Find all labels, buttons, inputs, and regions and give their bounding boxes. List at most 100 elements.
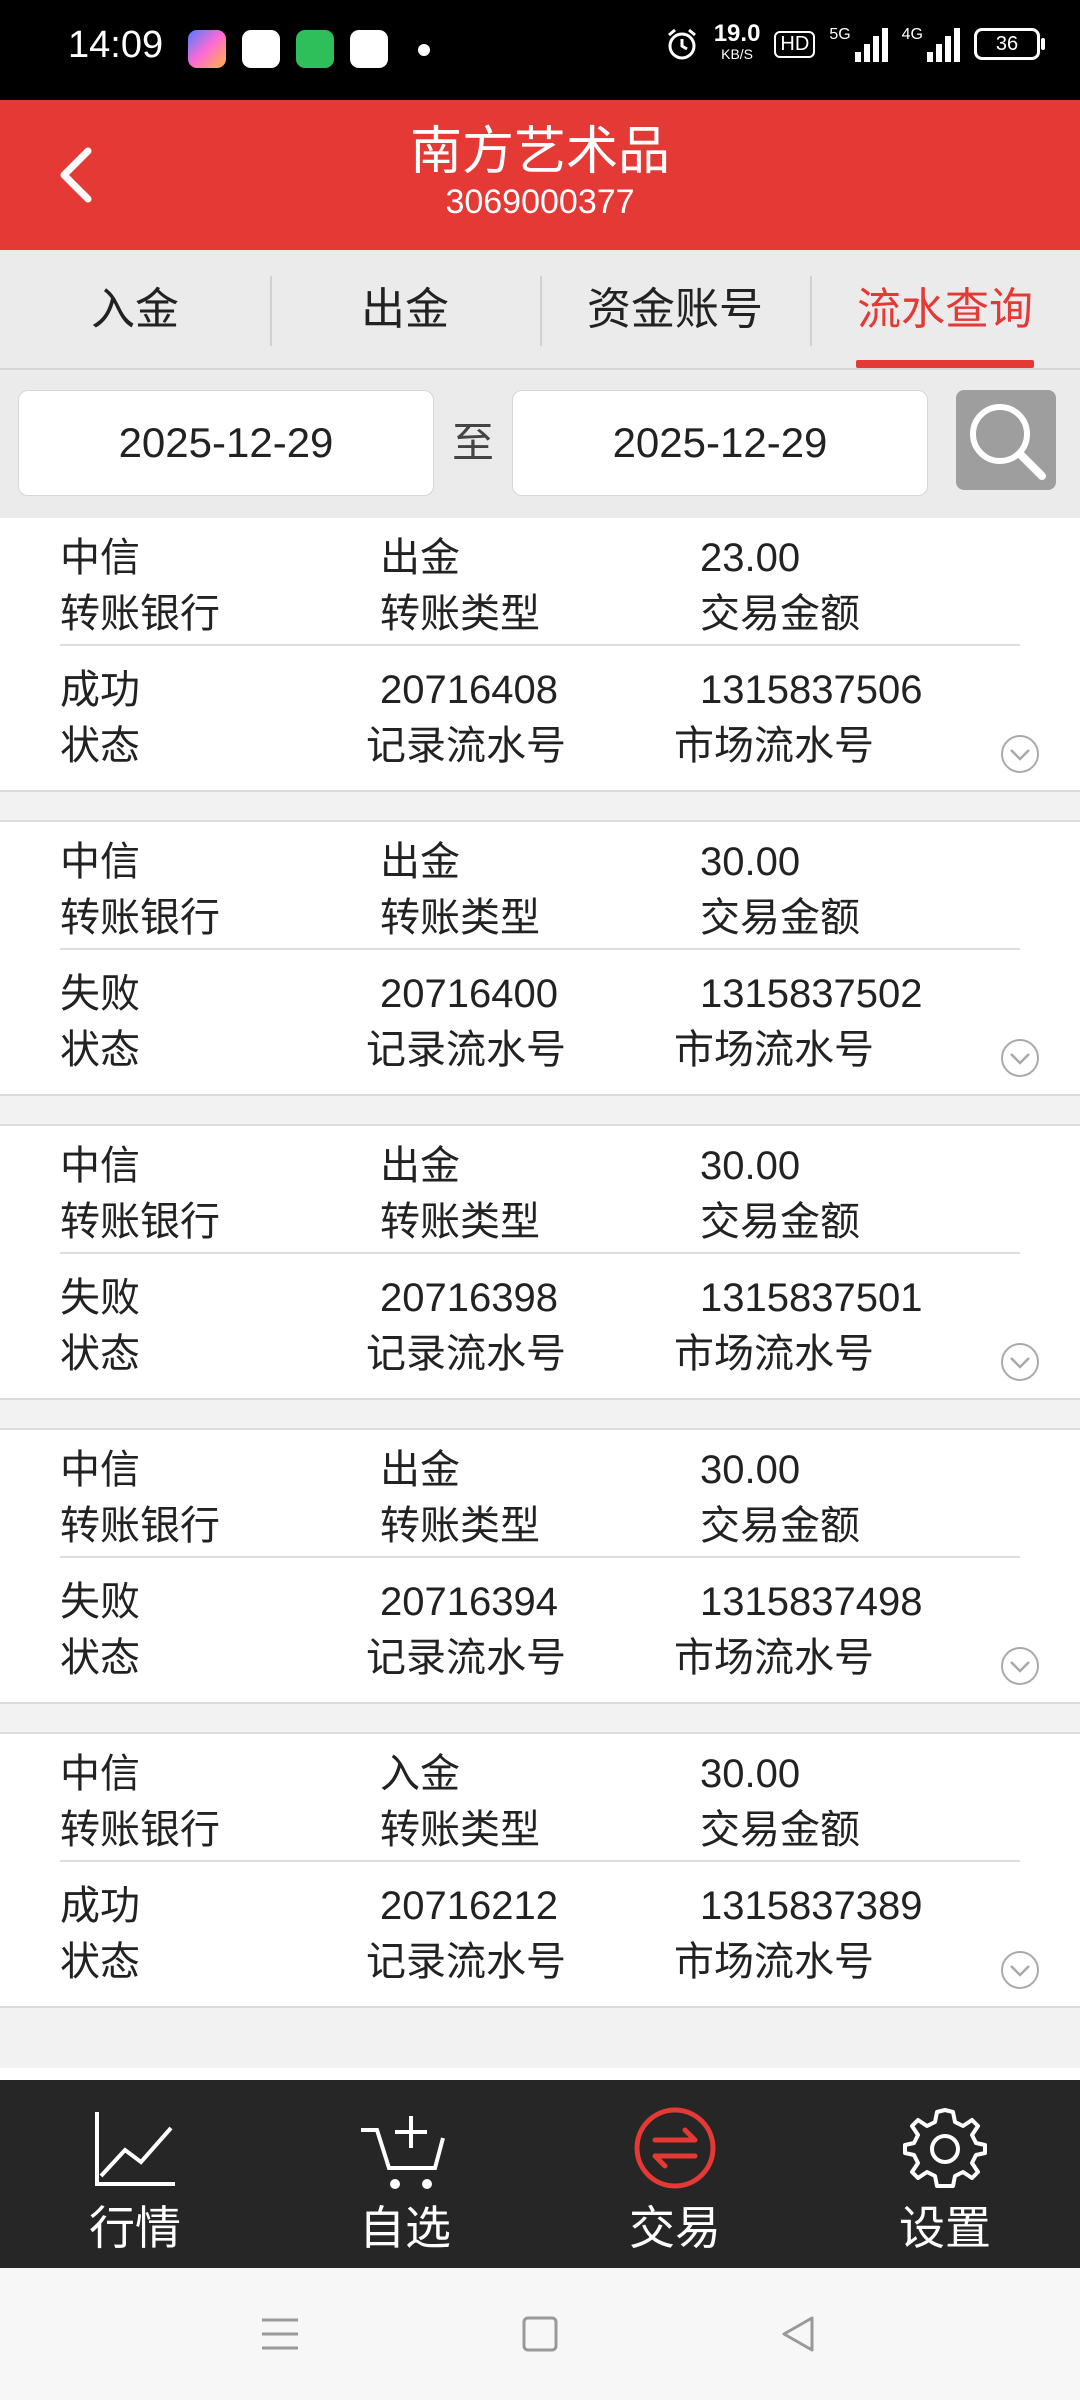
record-serial-number-label: 记录流水号 [366, 1635, 566, 1681]
tab-deposit[interactable]: 入金 [0, 250, 270, 368]
record-row-bottom: 失败 状态 20716398 记录流水号 1315837501 市场流水号 [0, 1254, 1080, 1398]
transaction-record[interactable]: 中信 转账银行 出金 转账类型 30.00 交易金额 失败 状态 20716398 记录流水号 13… [0, 1126, 1080, 1400]
expand-chevron-icon[interactable] [1000, 1342, 1040, 1382]
hd-voice-badge: HD [774, 30, 816, 58]
list-separator [0, 1704, 1080, 1734]
nav-watchlist[interactable]: 自选 [270, 2080, 540, 2268]
market-serial-number: 1315837502 市场流水号 [674, 966, 922, 1078]
tab-fund-account[interactable]: 资金账号 [540, 250, 810, 368]
expand-chevron-icon[interactable] [1000, 734, 1040, 774]
start-date-field[interactable]: 2025-12-29 [18, 390, 434, 496]
market-serial-number: 1315837506 市场流水号 [674, 662, 922, 774]
notification-icons [188, 30, 388, 68]
transfer-type-value: 出金 [380, 1143, 460, 1189]
list-separator [0, 1400, 1080, 1430]
back-icon[interactable] [774, 2310, 822, 2358]
market-serial-number-label: 市场流水号 [674, 1331, 874, 1377]
back-arrow-icon[interactable] [52, 145, 98, 205]
expand-chevron-icon[interactable] [1000, 1038, 1040, 1078]
transaction-record[interactable]: 中信 转账银行 出金 转账类型 30.00 交易金额 失败 状态 20716400 记录流水号 13… [0, 822, 1080, 1096]
transfer-type-value: 出金 [380, 1447, 460, 1493]
market-serial-number-label: 市场流水号 [674, 1635, 874, 1681]
transfer-type-label: 转账类型 [380, 1807, 540, 1853]
search-button[interactable] [956, 390, 1056, 490]
record-serial-number-label: 记录流水号 [366, 1939, 566, 1985]
menu-icon[interactable] [256, 2310, 304, 2358]
expand-chevron-icon[interactable] [1000, 1646, 1040, 1686]
gear-icon [903, 2108, 987, 2188]
transaction-record[interactable]: 中信 转账银行 出金 转账类型 23.00 交易金额 成功 状态 20716408 记录流水号 13… [0, 518, 1080, 792]
market-serial-number: 1315837501 市场流水号 [674, 1270, 922, 1382]
status-value: 失败 [60, 971, 140, 1017]
record-serial-number-value: 20716400 [380, 972, 558, 1016]
transaction-amount-value: 30.00 [700, 1448, 801, 1492]
transfer-bank-label: 转账银行 [60, 591, 220, 637]
transfer-bank-value: 中信 [60, 535, 140, 581]
record-row-top: 中信 转账银行 出金 转账类型 30.00 交易金额 [0, 1126, 1080, 1254]
signal-bars-icon [927, 26, 960, 62]
transfer-bank-label: 转账银行 [60, 1807, 220, 1853]
list-separator [0, 1096, 1080, 1126]
market-serial-number-label: 市场流水号 [674, 1027, 874, 1073]
record-row-top: 中信 转账银行 出金 转账类型 30.00 交易金额 [0, 1430, 1080, 1558]
tab-withdraw[interactable]: 出金 [270, 250, 540, 368]
market-serial-number: 1315837498 市场流水号 [674, 1574, 922, 1686]
transaction-amount-label: 交易金额 [700, 591, 860, 637]
record-row-bottom: 失败 状态 20716394 记录流水号 1315837498 市场流水号 [0, 1558, 1080, 1702]
status-label: 状态 [60, 1027, 140, 1073]
status: 失败 状态 [60, 966, 140, 1078]
transaction-amount-label: 交易金额 [700, 1199, 860, 1245]
battery-icon: 36 [974, 28, 1045, 60]
transaction-amount: 30.00 交易金额 [700, 1746, 860, 1858]
status-time: 14:09 [68, 24, 164, 66]
home-icon[interactable] [516, 2310, 564, 2358]
record-row-bottom: 成功 状态 20716212 记录流水号 1315837389 市场流水号 [0, 1862, 1080, 2006]
cart-plus-icon [361, 2116, 445, 2189]
transfer-type-label: 转账类型 [380, 895, 540, 941]
status-label: 状态 [60, 1331, 140, 1377]
status-label: 状态 [60, 1939, 140, 1985]
end-date-field[interactable]: 2025-12-29 [512, 390, 928, 496]
nav-market[interactable]: 行情 [0, 2080, 270, 2268]
signal-5g: 5G [829, 26, 888, 62]
nav-trade[interactable]: 交易 [540, 2080, 810, 2268]
market-serial-number-value: 1315837498 [700, 1580, 923, 1624]
net-speed: 19.0 KB/S [713, 20, 761, 63]
transfer-type: 入金 转账类型 [380, 1746, 540, 1858]
signal-bars-icon [854, 26, 888, 62]
transaction-record[interactable]: 中信 转账银行 入金 转账类型 30.00 交易金额 成功 状态 20716212 记录流水号 13… [0, 1734, 1080, 2008]
signal-4g: 4G [902, 26, 960, 62]
transaction-amount: 30.00 交易金额 [700, 1442, 860, 1554]
transfer-bank: 中信 转账银行 [60, 1442, 220, 1554]
status-indicators: 19.0 KB/S HD 5G 4G 36 [664, 20, 1045, 64]
date-range-separator: 至 [452, 418, 495, 467]
record-serial-number-value: 20716212 [380, 1884, 558, 1928]
transfer-type: 出金 转账类型 [380, 834, 540, 946]
record-row-bottom: 成功 状态 20716408 记录流水号 1315837506 市场流水号 [0, 646, 1080, 790]
chart-line-icon [95, 2112, 175, 2186]
status-value: 失败 [60, 1275, 140, 1321]
transaction-amount-label: 交易金额 [700, 895, 860, 941]
account-number: 3069000377 [445, 183, 635, 221]
transaction-amount: 30.00 交易金额 [700, 1138, 860, 1250]
tab-transaction-query[interactable]: 流水查询 [810, 250, 1080, 368]
transaction-amount-value: 30.00 [700, 1144, 801, 1188]
transfer-bank-value: 中信 [60, 839, 140, 885]
expand-chevron-icon[interactable] [1000, 1950, 1040, 1990]
system-nav-bar [0, 2268, 1080, 2400]
search-icon [970, 404, 1046, 480]
market-serial-number-value: 1315837501 [700, 1276, 923, 1320]
status: 失败 状态 [60, 1574, 140, 1686]
transfer-bank-label: 转账银行 [60, 895, 220, 941]
exchange-icon [634, 2107, 716, 2189]
transfer-bank: 中信 转账银行 [60, 1138, 220, 1250]
record-serial-number-label: 记录流水号 [366, 723, 566, 769]
tab-bar: 入金 出金 资金账号 流水查询 [0, 250, 1080, 370]
transaction-record[interactable]: 中信 转账银行 出金 转账类型 30.00 交易金额 失败 状态 20716394 记录流水号 13… [0, 1430, 1080, 1704]
page-title: 南方艺术品 [409, 122, 670, 182]
nav-settings[interactable]: 设置 [810, 2080, 1080, 2268]
market-serial-number-label: 市场流水号 [674, 1939, 874, 1985]
list-separator [0, 792, 1080, 822]
telecom-app-icon [350, 30, 388, 68]
record-serial-number-value: 20716398 [380, 1276, 558, 1320]
